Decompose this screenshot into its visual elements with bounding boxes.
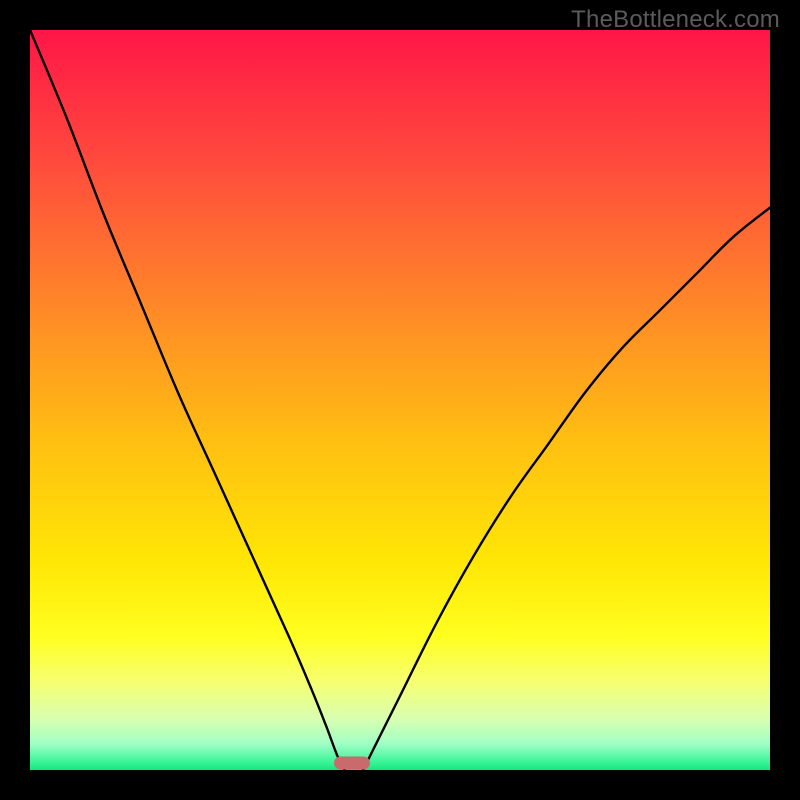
outer-frame: TheBottleneck.com [0,0,800,800]
curve-right-branch [363,208,770,770]
bottleneck-curve [30,30,770,770]
curve-left-branch [30,30,345,770]
plot-area [30,30,770,770]
optimal-marker [334,756,370,769]
